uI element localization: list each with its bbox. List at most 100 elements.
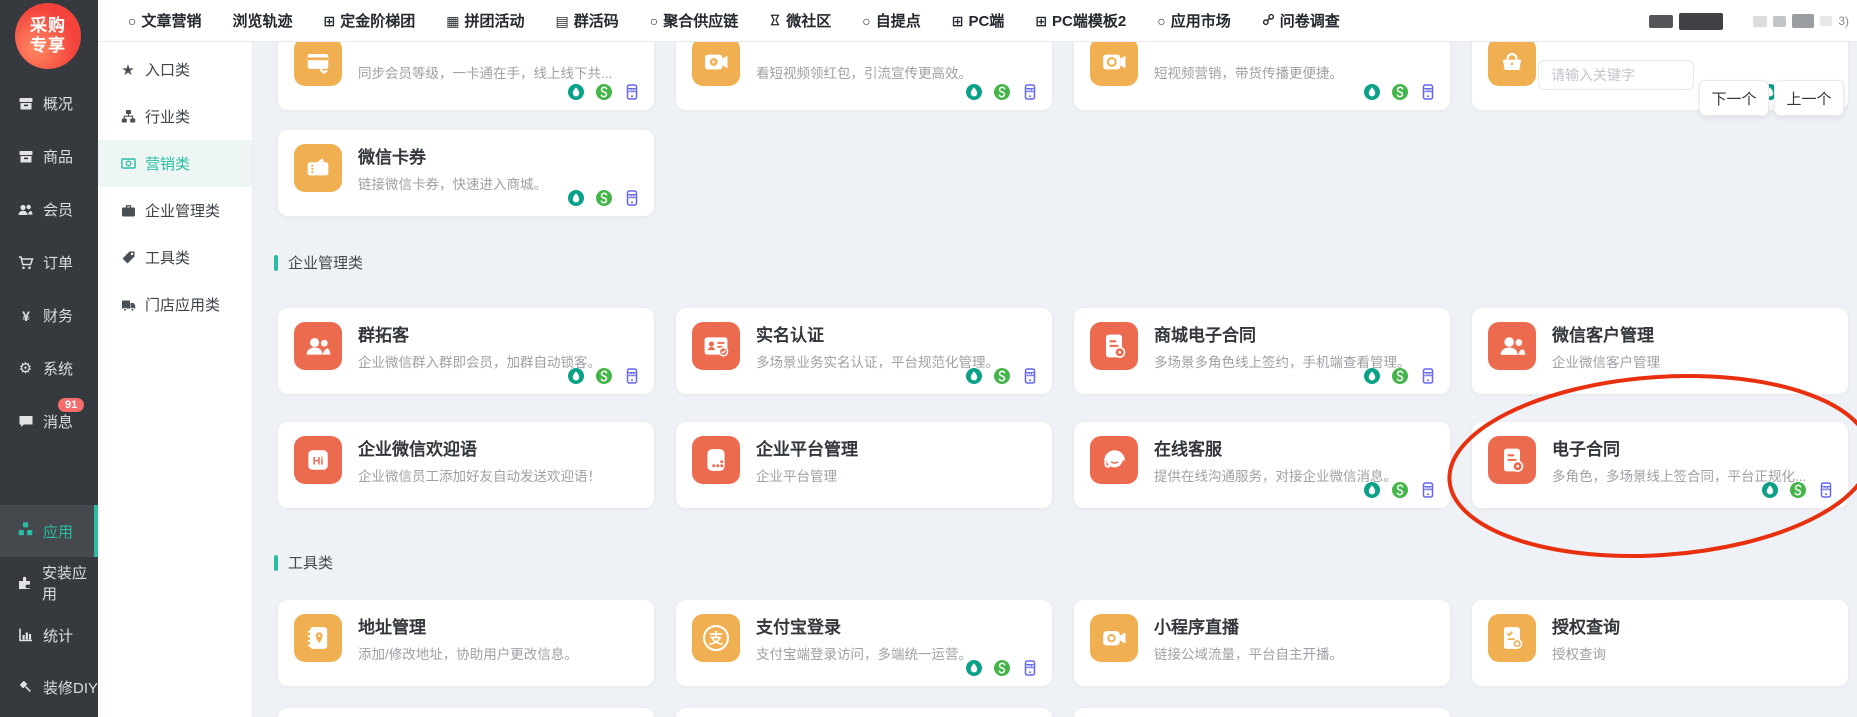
app-card-enterprise-platform[interactable]: 企业平台管理 企业平台管理 [676, 422, 1052, 508]
app-card-alipay-login[interactable]: 支 支付宝登录 支付宝端登录访问，多端统一运营。 WAP [676, 600, 1052, 686]
find-keyword-input[interactable] [1538, 60, 1694, 90]
h5-app-badge [966, 368, 982, 384]
category-item-store-apps[interactable]: 门店应用类 [98, 281, 252, 328]
sidebar-item-members[interactable]: 会员 [0, 183, 98, 236]
nav-item-pc[interactable]: ⊞PC端 [952, 10, 1005, 31]
app-card-partial[interactable] [1074, 708, 1450, 717]
app-card-miniprogram-live[interactable]: 小程序直播 链接公域流量，平台自主开播。 [1074, 600, 1450, 686]
basket-app-icon [1488, 38, 1536, 86]
miniprogram-live-icon [1090, 614, 1138, 662]
circle-icon: ○ [650, 14, 658, 28]
app-card-wechat-customer[interactable]: 微信客户管理 企业微信客户管理 [1472, 308, 1848, 394]
sidebar-item-statistics[interactable]: 统计 [0, 609, 98, 661]
svg-text:WAP: WAP [628, 88, 637, 92]
app-card-mall-econtract[interactable]: 商城电子合同 多场景多角色线上签约，手机端查看管理。 WAP [1074, 308, 1450, 394]
svg-text:WAP: WAP [628, 372, 637, 376]
section-bar-icon [274, 555, 278, 571]
category-item-tools[interactable]: 工具类 [98, 234, 252, 281]
wap-badge: WAP [1022, 368, 1038, 384]
app-card-welcome-message[interactable]: Hi 企业微信欢迎语 企业微信员工添加好友自动发送欢迎语！ [278, 422, 654, 508]
cubes-icon [17, 521, 34, 541]
h5-app-badge [1364, 368, 1380, 384]
sidebar-item-apps-active[interactable]: 应用 [0, 505, 98, 557]
puzzle-icon [17, 575, 33, 591]
truck-icon [120, 297, 136, 312]
h5-app-badge [1762, 482, 1778, 498]
app-card-desc: 支付宝端登录访问，多端统一运营。 [756, 643, 972, 663]
sidebar-item-install-apps[interactable]: 安装应用 [0, 557, 98, 609]
nav-item-group-qr-code[interactable]: ▤群活码 [556, 10, 619, 31]
sidebar-item-messages[interactable]: 消息 91 [0, 395, 98, 448]
app-card-address-manage[interactable]: 地址管理 添加/修改地址，协助用户更改信息。 [278, 600, 654, 686]
wap-badge: WAP [1420, 482, 1436, 498]
svg-text:WAP: WAP [1026, 664, 1035, 668]
app-card-desc: 看短视频领红包，引流宣传更高效。 [756, 62, 972, 82]
svg-text:WAP: WAP [628, 194, 637, 198]
redacted-text-block [1753, 16, 1767, 27]
app-card-econtract[interactable]: 电子合同 多角色，多场景线上签合同，平台正规化... WAP [1472, 422, 1848, 508]
online-service-icon [1090, 436, 1138, 484]
app-card-title: 地址管理 [358, 613, 426, 638]
link-icon [1262, 13, 1275, 28]
category-item-entry[interactable]: ★入口类 [98, 46, 252, 93]
app-card-desc: 短视频营销，带货传播更便捷。 [1154, 62, 1343, 82]
nav-item-article-marketing[interactable]: ○文章营销 [128, 10, 201, 31]
sidebar-item-products[interactable]: 商品 [0, 130, 98, 183]
auth-query-icon [1488, 614, 1536, 662]
find-prev-button[interactable]: 上一个 [1774, 80, 1844, 116]
app-card-realname-auth[interactable]: 实名认证 多场景业务实名认证，平台规范化管理。 WAP [676, 308, 1052, 394]
h5-app-badge [568, 190, 584, 206]
image-icon: ▦ [446, 14, 459, 28]
hourglass-icon [769, 13, 781, 29]
wap-badge: WAP [1420, 368, 1436, 384]
app-market-page: 概况 商品 会员 订单 ¥ 财务 ⚙ 系统 [0, 0, 1857, 717]
section-header-enterprise: 企业管理类 [274, 252, 363, 273]
sidebar-item-orders[interactable]: 订单 [0, 236, 98, 289]
app-card-wechat-coupon[interactable]: 微信卡券 链接微信卡券，快速进入商城。 WAP [278, 130, 654, 216]
group-customer-icon [294, 322, 342, 370]
nav-item-pc-template2[interactable]: ⊞PC端模板2 [1035, 10, 1126, 31]
app-card-title: 支付宝登录 [756, 613, 841, 638]
nav-item-browse-history[interactable]: 浏览轨迹 [232, 10, 292, 31]
wap-badge: WAP [624, 368, 640, 384]
miniprogram-badge [994, 84, 1010, 100]
nav-item-micro-community[interactable]: 微社区 [769, 10, 831, 31]
app-card-partial[interactable] [676, 708, 1052, 717]
category-item-marketing-active[interactable]: 营销类 [98, 140, 252, 187]
wechat-customer-icon [1488, 322, 1536, 370]
svg-text:WAP: WAP [1424, 486, 1433, 490]
nav-item-pickup-point[interactable]: ○自提点 [862, 10, 920, 31]
h5-app-badge [1364, 84, 1380, 100]
app-card-group-customer[interactable]: 群拓客 企业微信群入群即会员，加群自动锁客。 WAP [278, 308, 654, 394]
wap-badge: WAP [624, 84, 640, 100]
app-card-desc: 同步会员等级，一卡通在手，线上线下共... [358, 62, 612, 82]
nav-item-deposit-ladder-group[interactable]: ⊞定金阶梯团 [324, 10, 416, 31]
store-logo: 采购 专享 [15, 3, 81, 69]
sidebar-item-decorate-diy[interactable]: 装修DIY [0, 661, 98, 713]
sidebar-item-label: 概况 [43, 93, 73, 114]
gear-icon: ⚙ [17, 361, 34, 376]
sidebar-item-finance[interactable]: ¥ 财务 [0, 289, 98, 342]
nav-item-groupon-activity[interactable]: ▦拼团活动 [446, 10, 524, 31]
nav-item-app-market[interactable]: ○应用市场 [1157, 10, 1230, 31]
svg-text:WAP: WAP [1424, 88, 1433, 92]
h5-app-badge [966, 660, 982, 676]
wap-badge: WAP [1420, 84, 1436, 100]
sidebar-item-label: 安装应用 [42, 562, 98, 604]
sidebar-item-system[interactable]: ⚙ 系统 [0, 342, 98, 395]
miniprogram-badge [596, 368, 612, 384]
wap-badge: WAP [624, 190, 640, 206]
app-card-online-service[interactable]: 在线客服 提供在线沟通服务，对接企业微信消息。 WAP [1074, 422, 1450, 508]
sidebar-item-overview[interactable]: 概况 [0, 77, 98, 130]
category-item-enterprise[interactable]: 企业管理类 [98, 187, 252, 234]
nav-item-survey[interactable]: 问卷调查 [1262, 10, 1340, 31]
app-card-partial[interactable] [278, 708, 654, 717]
find-next-button[interactable]: 下一个 [1699, 80, 1769, 116]
nav-item-supply-chain[interactable]: ○聚合供应链 [650, 10, 738, 31]
miniprogram-badge [1790, 482, 1806, 498]
redacted-text-block [1649, 15, 1673, 28]
app-card-auth-query[interactable]: 授权查询 授权查询 [1472, 600, 1848, 686]
square-plus-icon: ⊞ [952, 14, 964, 28]
alipay-icon: 支 [692, 614, 740, 662]
category-item-industry[interactable]: 行业类 [98, 93, 252, 140]
